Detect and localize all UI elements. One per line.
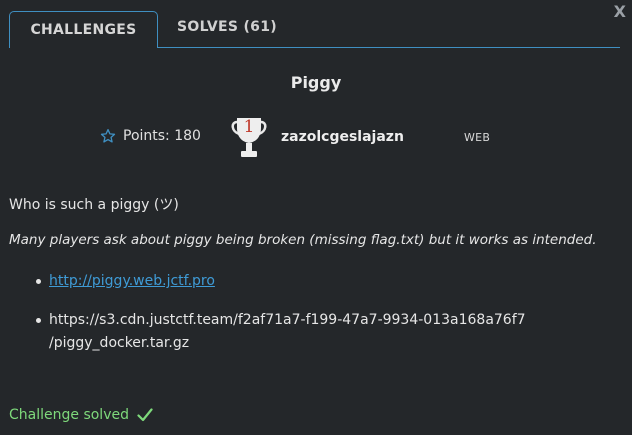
list-item: https://s3.cdn.justctf.team/f2af71a7-f19… [30,309,539,355]
solved-status-label: Challenge solved [9,407,129,423]
trophy-rank: 1 [243,117,255,137]
challenge-links: http://piggy.web.jctf.pro https://s3.cdn… [30,270,539,371]
checkmark-icon [137,408,153,422]
challenge-title: Piggy [290,73,342,92]
challenge-info-row: Points: 180 1 zazolcgeslajazn WEB [0,116,632,160]
docker-download-url: https://s3.cdn.justctf.team/f2af71a7-f19… [49,312,526,351]
solved-status: Challenge solved [9,407,153,423]
tab-challenges-label: CHALLENGES [30,22,137,38]
star-outline-icon [100,129,116,143]
challenge-note: Many players ask about piggy being broke… [9,232,597,248]
challenge-description: Who is such a piggy (ツ) [9,197,179,213]
tab-bar: CHALLENGES SOLVES (61) [9,11,620,48]
challenge-url-link[interactable]: http://piggy.web.jctf.pro [49,273,215,289]
list-item: http://piggy.web.jctf.pro [30,270,539,293]
tab-challenges[interactable]: CHALLENGES [9,11,158,48]
points-label: Points: 180 [123,128,201,144]
tab-solves-label: SOLVES (61) [177,19,277,35]
close-button[interactable]: X [614,2,626,21]
points-display: Points: 180 [100,128,201,144]
challenge-modal: CHALLENGES SOLVES (61) X Piggy Points: 1… [0,0,632,435]
tab-solves[interactable]: SOLVES (61) [167,9,287,45]
category-tag: WEB [464,131,491,144]
trophy-badge: 1 [230,116,268,160]
challenge-author: zazolcgeslajazn [281,129,404,145]
